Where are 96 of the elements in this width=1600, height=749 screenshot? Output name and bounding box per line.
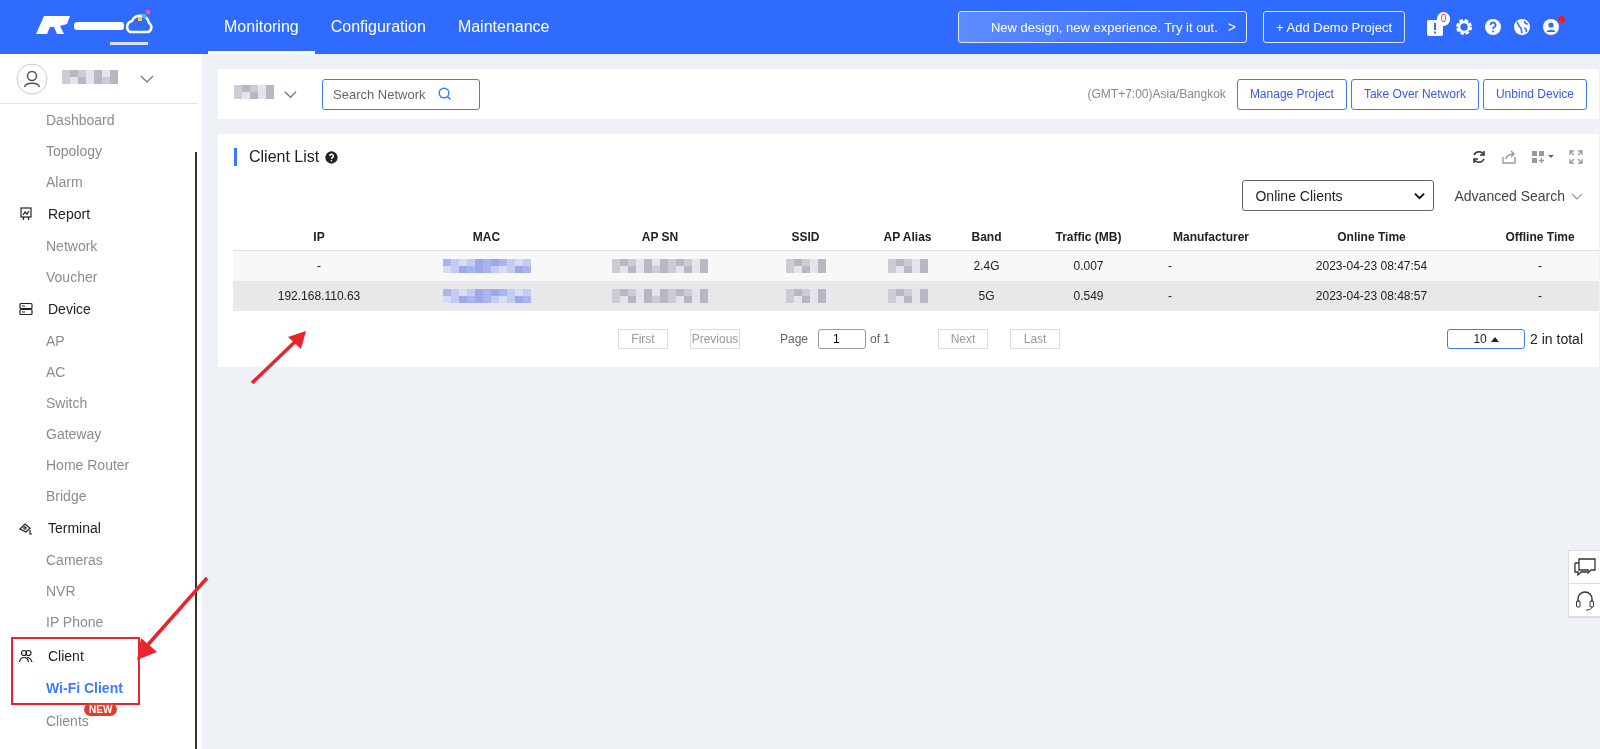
column-header: MAC [471, 228, 502, 246]
scrollbar[interactable] [195, 152, 197, 749]
last-page-button[interactable]: Last [1010, 329, 1061, 349]
table-cell-text: 0.007 [1072, 258, 1105, 275]
sidebar-group[interactable]: Terminal [0, 511, 196, 544]
sidebar-item[interactable]: Bridge [0, 480, 196, 511]
sidebar-item[interactable]: Cameras [0, 544, 196, 575]
sidebar-item[interactable]: Clients NEW [0, 705, 196, 736]
column-header: Offline Time [1504, 228, 1576, 246]
sidebar-item[interactable]: Topology [0, 135, 196, 166]
table-row[interactable]: - 2.4G 0.007 - 2023-04-23 08:47:54 - [233, 251, 1599, 281]
promo-button[interactable]: New design, new experience. Try it out. > [958, 11, 1247, 43]
table-cell-text: 2023-04-23 08:48:57 [1314, 288, 1429, 305]
table-cell-text: 192.168.110.63 [276, 288, 362, 305]
previous-page-button[interactable]: Previous [690, 329, 740, 349]
sidebar-item[interactable]: Wi-Fi Client [0, 672, 138, 703]
pixelated-value [887, 259, 928, 273]
pixelated-value [785, 289, 826, 303]
next-page-button[interactable]: Next [938, 329, 989, 349]
table-cell-text: 5G [977, 288, 996, 305]
sidebar-item[interactable]: Alarm [0, 166, 196, 197]
nav-tab[interactable]: Configuration [314, 0, 442, 54]
sidebar-item[interactable]: NVR [0, 575, 196, 606]
search-icon [438, 86, 452, 101]
search-field[interactable]: Search Network [322, 78, 480, 110]
sidebar-item[interactable]: AP [0, 325, 196, 356]
sidebar-item[interactable]: Gateway [0, 418, 196, 449]
sidebar-item[interactable]: IP Phone [0, 606, 196, 637]
sidebar-item[interactable]: Switch [0, 387, 196, 418]
server-icon [18, 300, 34, 317]
caret-up-icon [1490, 336, 1499, 342]
pixelated-value [785, 259, 826, 273]
notification-count: 0 [1437, 11, 1450, 26]
table-cell-text: 2023-04-23 08:47:54 [1314, 258, 1429, 275]
help-icon[interactable] [325, 150, 339, 164]
group-label: Device [48, 300, 91, 317]
column-header: AP SN [640, 228, 680, 246]
user-icon[interactable] [1541, 18, 1560, 36]
sidebar-item[interactable]: AC [0, 356, 196, 387]
avatar-icon [16, 62, 48, 95]
group-label: Client [48, 647, 84, 664]
first-page-button[interactable]: First [618, 329, 668, 349]
nav-tab[interactable]: Maintenance [441, 0, 566, 54]
page-input[interactable]: 1 [818, 329, 867, 349]
total-count: 2 in total [1530, 331, 1583, 347]
card-title: Client List [234, 148, 320, 166]
sidebar-item[interactable]: Network [0, 230, 196, 261]
client-filter-select[interactable]: Online Clients [1242, 180, 1435, 211]
column-header: Manufacturer [1172, 228, 1250, 246]
table-cell-text: - [1537, 288, 1543, 305]
table-cell-text: - [1537, 258, 1543, 275]
settings-icon[interactable] [1454, 18, 1473, 36]
new-badge: NEW [84, 702, 118, 716]
nav-tab[interactable]: Monitoring [208, 0, 315, 54]
fullscreen-icon[interactable] [1569, 150, 1583, 164]
add-demo-button[interactable]: + Add Demo Project [1263, 11, 1405, 43]
sidebar-group[interactable]: Device [0, 292, 196, 325]
chevron-down-icon [1414, 190, 1426, 201]
sidebar-item[interactable]: Dashboard [0, 104, 196, 135]
chart-board-icon [18, 205, 34, 222]
table-cell-text: - [316, 258, 322, 275]
globe-icon[interactable] [1512, 18, 1531, 36]
share-icon[interactable] [1501, 149, 1517, 165]
column-header: Traffic (MB) [1054, 228, 1123, 246]
sidebar-item[interactable]: Voucher [0, 261, 196, 292]
toolbar-button[interactable]: Take Over Network [1350, 78, 1479, 110]
toolbar-button[interactable]: Unbind Device [1482, 78, 1587, 110]
toolbar-button[interactable]: Manage Project [1236, 78, 1347, 110]
table-cell-text: 2.4G [972, 258, 1001, 275]
column-header: Band [970, 228, 1003, 246]
refresh-icon[interactable] [1471, 149, 1487, 165]
table-row[interactable]: 192.168.110.63 5G 0.549 - 2023-04-23 08:48:57 - [233, 281, 1599, 311]
sidebar-group[interactable]: Client [0, 639, 138, 672]
page-label: Page [780, 332, 809, 346]
table-cell-text: - [1167, 288, 1173, 305]
pixelated-value [887, 289, 928, 303]
table-cell-text: 0.549 [1072, 288, 1105, 305]
table-cell-text: - [1167, 258, 1173, 275]
column-header: SSID [790, 228, 821, 246]
sidebar-item[interactable]: Home Router [0, 449, 196, 480]
page-count: of 1 [870, 332, 891, 346]
column-header: AP Alias [882, 228, 933, 246]
group-label: Terminal [48, 519, 101, 536]
headset-icon[interactable] [1573, 589, 1596, 611]
timezone-label: (GMT+7:00)Asia/Bangkok [1087, 87, 1226, 101]
advanced-search-toggle[interactable]: Advanced Search [1454, 187, 1583, 204]
page-size-select[interactable]: 10 [1447, 329, 1526, 349]
grid-add-icon[interactable] [1531, 149, 1555, 165]
pixelated-value [234, 85, 274, 99]
users-icon [18, 647, 34, 664]
column-header: IP [312, 228, 326, 246]
group-label: Report [48, 205, 91, 222]
pixelated-value [62, 69, 118, 84]
column-header: Online Time [1336, 228, 1407, 246]
chat-icon[interactable] [1572, 556, 1597, 578]
sidebar-group[interactable]: Report [0, 197, 196, 230]
